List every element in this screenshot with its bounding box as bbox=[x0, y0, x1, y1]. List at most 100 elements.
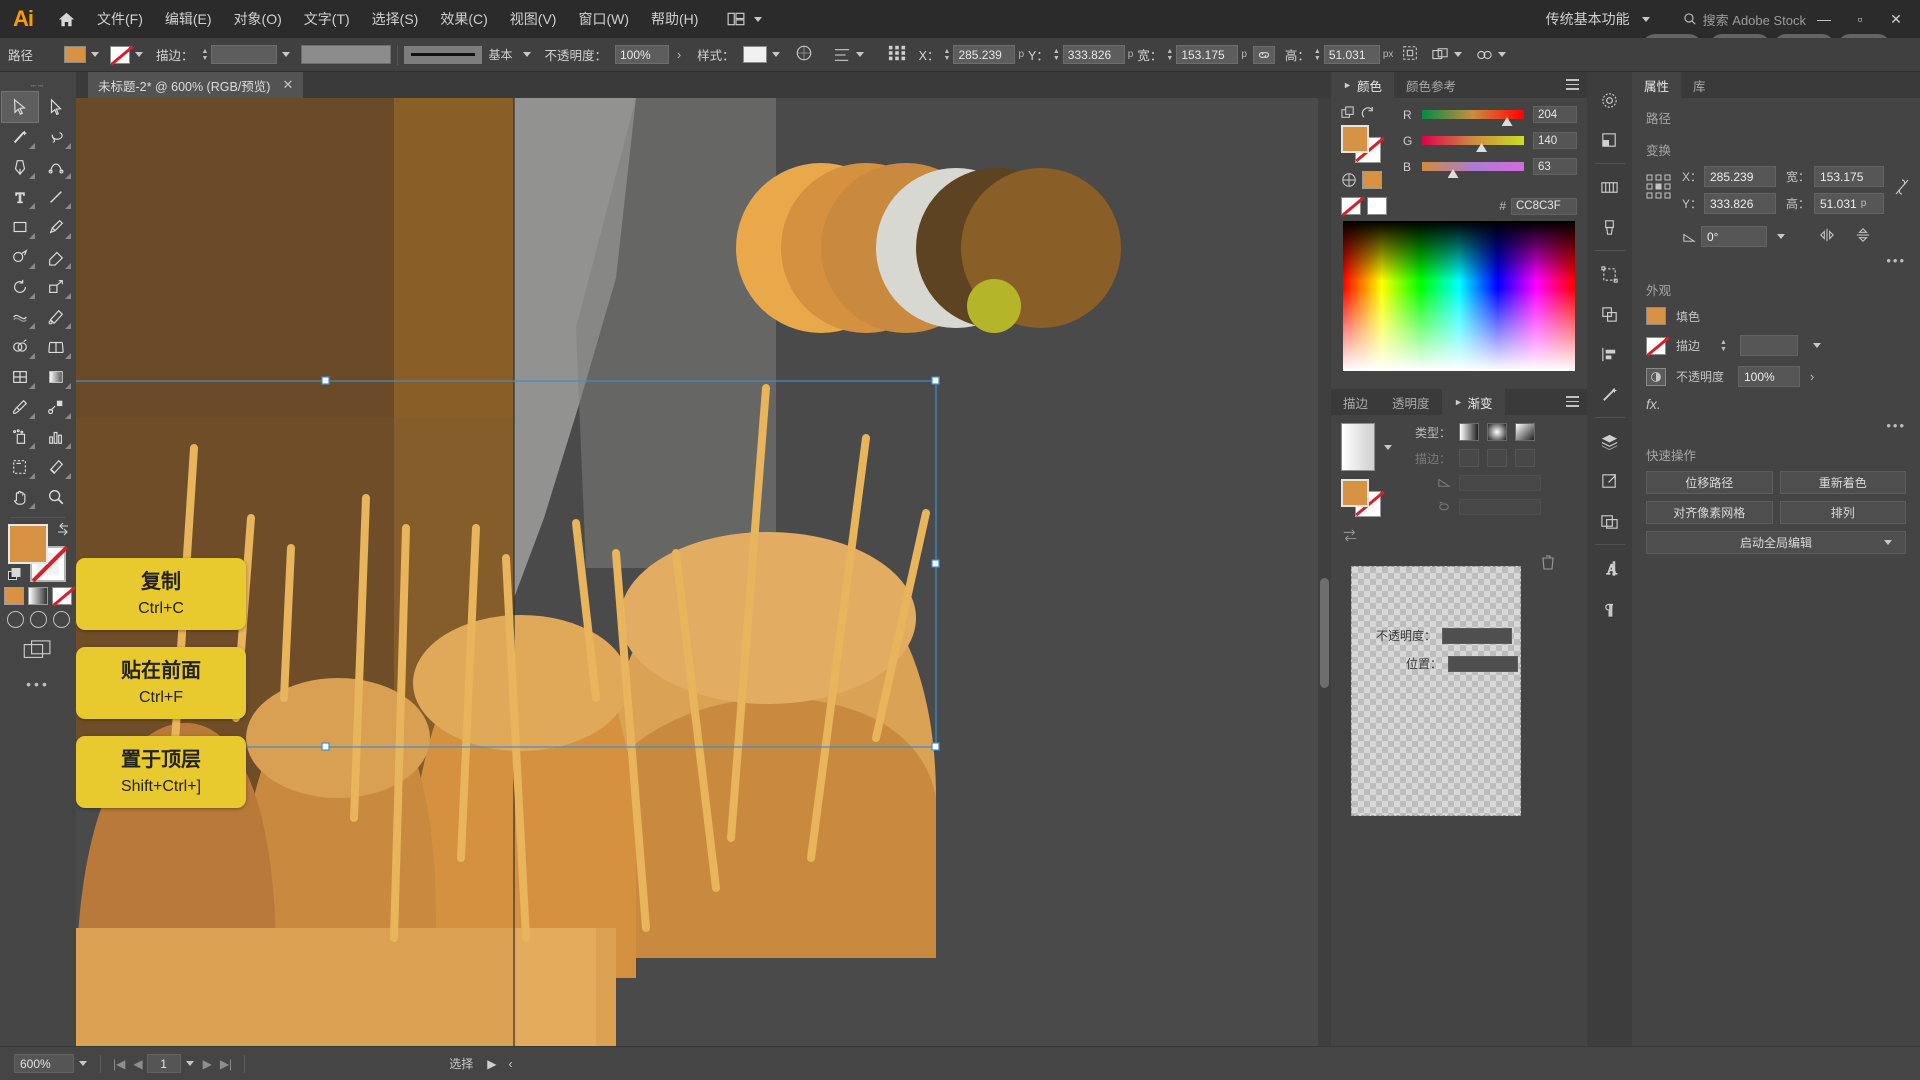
color-mode-icon[interactable] bbox=[1341, 172, 1357, 188]
tab-color[interactable]: 颜色 bbox=[1331, 72, 1395, 98]
home-icon[interactable] bbox=[46, 0, 86, 38]
full-screen-mode[interactable] bbox=[52, 611, 70, 628]
arrange-documents-icon[interactable] bbox=[719, 12, 775, 26]
swatches-icon[interactable] bbox=[1587, 167, 1632, 207]
chevron-down-icon[interactable] bbox=[1884, 540, 1892, 545]
transform-more-options[interactable]: ••• bbox=[1632, 251, 1920, 270]
appearance-stroke-swatch[interactable] bbox=[1646, 336, 1666, 355]
gradient-fill-proxy[interactable] bbox=[1341, 479, 1369, 507]
maximize-button[interactable]: ▫ bbox=[1842, 0, 1878, 38]
type-tool[interactable]: T bbox=[2, 182, 38, 212]
align-pixel-grid-button[interactable]: 对齐像素网格 bbox=[1646, 501, 1773, 524]
normal-screen-mode[interactable] bbox=[6, 611, 24, 628]
flip-vertical-icon[interactable] bbox=[1854, 227, 1872, 246]
prev-icon[interactable]: ‹ bbox=[504, 1057, 516, 1071]
menu-type[interactable]: 文字(T) bbox=[293, 0, 361, 38]
chevron-down-icon[interactable] bbox=[1454, 52, 1463, 57]
menu-view[interactable]: 视图(V) bbox=[499, 0, 568, 38]
color-guide-icon[interactable] bbox=[1587, 80, 1632, 120]
chevron-down-icon[interactable] bbox=[282, 52, 291, 57]
prop-w-field[interactable]: 153.175 bbox=[1814, 166, 1884, 187]
hand-tool[interactable] bbox=[2, 482, 38, 512]
opacity-expand-icon[interactable]: › bbox=[669, 48, 689, 62]
active-color-swatch[interactable] bbox=[1362, 171, 1382, 189]
stroke-weight-field[interactable] bbox=[211, 45, 278, 64]
chevron-down-icon[interactable] bbox=[523, 52, 532, 57]
canvas-vertical-scrollbar[interactable] bbox=[1318, 98, 1331, 1046]
none-swatch[interactable] bbox=[1341, 197, 1361, 215]
align-options[interactable] bbox=[833, 47, 869, 63]
zoom-tool[interactable] bbox=[38, 482, 74, 512]
selection-tool[interactable] bbox=[1, 91, 39, 123]
appearance-fx-button[interactable]: fx. bbox=[1632, 392, 1920, 416]
h-stepper[interactable]: ▲ ▼ bbox=[1314, 48, 1321, 62]
recolor-button[interactable]: 重新着色 bbox=[1779, 471, 1906, 494]
swap-fill-stroke-icon[interactable] bbox=[56, 522, 70, 536]
white-swatch[interactable] bbox=[1367, 197, 1387, 215]
paragraph-icon[interactable]: ¶ bbox=[1587, 588, 1632, 628]
fill-proxy-swatch[interactable] bbox=[1341, 125, 1369, 153]
panel-collapse-icon[interactable] bbox=[1454, 398, 1463, 407]
stroke-within-icon[interactable] bbox=[1459, 449, 1479, 467]
toolbar-grip[interactable]: ┄┄ bbox=[0, 80, 76, 92]
gradient-preview-swatch[interactable] bbox=[1341, 423, 1375, 471]
canvas-area[interactable]: 复制 Ctrl+C 贴在前面 Ctrl+F 置于顶层 Shift+Ctrl+] bbox=[76, 98, 1331, 1046]
g-value-field[interactable]: 140 bbox=[1533, 132, 1577, 149]
color-fill-mode[interactable] bbox=[4, 587, 24, 605]
chevron-down-icon[interactable] bbox=[855, 52, 864, 57]
scrollbar-thumb[interactable] bbox=[1320, 578, 1329, 688]
transform-each-icon[interactable] bbox=[1401, 44, 1419, 65]
stroke-across-icon[interactable] bbox=[1515, 449, 1535, 467]
direct-selection-tool[interactable] bbox=[38, 92, 74, 122]
shape-builder-tool[interactable] bbox=[2, 332, 38, 362]
delete-stop-icon[interactable] bbox=[1541, 554, 1555, 573]
eraser-tool[interactable] bbox=[38, 242, 74, 272]
lasso-tool[interactable] bbox=[38, 122, 74, 152]
y-field[interactable]: 333.826 bbox=[1062, 45, 1125, 64]
gradient-stop-editor[interactable]: 不透明度： 位置： bbox=[1351, 566, 1521, 816]
gradient-fill-mode[interactable] bbox=[28, 587, 48, 605]
prop-h-field[interactable]: 51.031 p bbox=[1814, 193, 1884, 214]
chevron-down-icon[interactable] bbox=[1641, 16, 1650, 22]
scale-tool[interactable] bbox=[38, 272, 74, 302]
edit-toolbar-dots[interactable]: ••• bbox=[0, 676, 76, 692]
rotate-tool[interactable] bbox=[2, 272, 38, 302]
menu-window[interactable]: 窗口(W) bbox=[567, 0, 640, 38]
panel-menu-icon[interactable] bbox=[1566, 79, 1579, 93]
chevron-down-icon[interactable] bbox=[79, 1061, 87, 1066]
swap-fill-stroke-icon[interactable] bbox=[1361, 106, 1376, 121]
play-icon[interactable]: ▶ bbox=[479, 1057, 504, 1071]
arrange-objects-icon[interactable] bbox=[1431, 47, 1467, 63]
stop-position-field[interactable] bbox=[1448, 655, 1519, 672]
hex-field[interactable]: CC8C3F bbox=[1511, 197, 1577, 215]
next-page-icon[interactable]: ▶ bbox=[199, 1057, 216, 1071]
pathfinder-icon[interactable] bbox=[1587, 294, 1632, 334]
eyedropper-tool[interactable] bbox=[2, 392, 38, 422]
link-proportions-icon[interactable] bbox=[1252, 45, 1275, 64]
magic-wand-panel-icon[interactable] bbox=[1587, 374, 1632, 414]
panel-collapse-icon[interactable] bbox=[1343, 81, 1352, 90]
brush-definition-selector[interactable]: 基本 bbox=[404, 45, 536, 64]
x-stepper[interactable]: ▲ ▼ bbox=[944, 48, 951, 62]
slice-tool[interactable] bbox=[38, 452, 74, 482]
menu-help[interactable]: 帮助(H) bbox=[640, 0, 709, 38]
line-segment-tool[interactable] bbox=[38, 182, 74, 212]
close-button[interactable]: ✕ bbox=[1878, 0, 1914, 38]
global-edit-button[interactable]: 启动全局编辑 bbox=[1646, 531, 1906, 554]
stroke-weight-stepper[interactable]: ▲ ▼ bbox=[202, 48, 209, 62]
freeform-gradient-icon[interactable] bbox=[1515, 423, 1535, 441]
page-field[interactable]: 1 bbox=[146, 1054, 181, 1073]
stock-search[interactable]: 搜索 Adobe Stock bbox=[1683, 10, 1806, 29]
linear-gradient-icon[interactable] bbox=[1459, 423, 1479, 441]
document-tab[interactable]: 未标题-2* @ 600% (RGB/预览) ✕ bbox=[88, 72, 304, 98]
graphic-style-selector[interactable] bbox=[742, 46, 785, 63]
stop-opacity-field[interactable] bbox=[1442, 627, 1513, 644]
none-fill-mode[interactable] bbox=[52, 587, 72, 605]
rectangle-tool[interactable] bbox=[2, 212, 38, 242]
h-field[interactable]: 51.031 bbox=[1323, 45, 1380, 64]
artboards-icon[interactable] bbox=[1587, 501, 1632, 541]
chevron-down-icon[interactable] bbox=[1384, 444, 1392, 450]
y-stepper[interactable]: ▲ ▼ bbox=[1053, 48, 1060, 62]
full-screen-menubar-mode[interactable] bbox=[29, 611, 47, 628]
change-screen-mode-icon[interactable] bbox=[0, 640, 76, 662]
